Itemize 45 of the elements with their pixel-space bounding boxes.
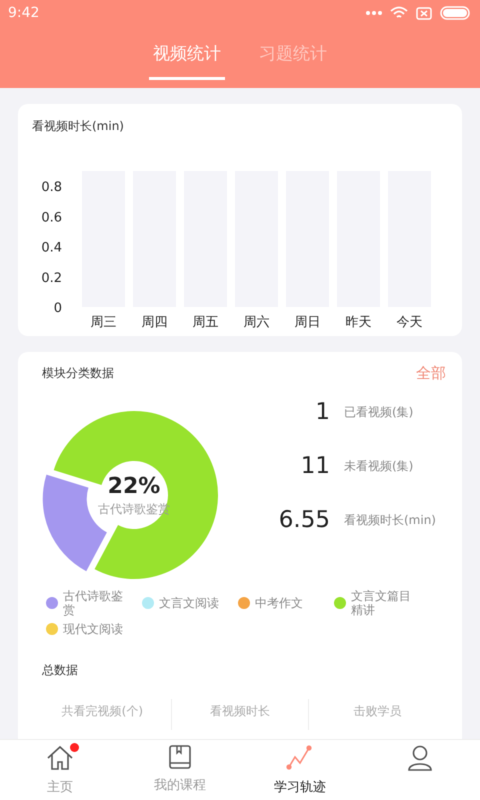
stat-value: 6.55	[278, 507, 330, 533]
nav-item[interactable]: 主页	[0, 740, 120, 800]
nav-item[interactable]: 我的课程	[120, 740, 240, 800]
card-title: 看视频时长(min)	[32, 118, 125, 135]
axis-label: 周四	[142, 315, 168, 330]
sim-card-icon	[416, 6, 432, 20]
tab[interactable]: 习题统计	[255, 38, 331, 80]
stat-label: 已看视频(集)	[344, 404, 414, 420]
legend-label: 现代文阅读	[63, 622, 123, 636]
legend-label: 文言文篇目精讲	[351, 589, 412, 618]
stat-label: 看视频时长(min)	[344, 512, 436, 528]
axis-label: 0.2	[41, 270, 62, 286]
status-time: 9:42	[8, 5, 40, 21]
legend-label: 文言文阅读	[159, 596, 219, 611]
column-header: 看视频时长	[172, 699, 310, 730]
axis-label: 0	[54, 301, 62, 316]
axis-label: 今天	[396, 315, 422, 330]
legend-label: 中考作文	[255, 596, 303, 611]
home-icon	[46, 744, 74, 772]
card-title: 模块分类数据	[42, 365, 114, 382]
percent-label: 22%	[108, 474, 160, 499]
axis-label: 0.4	[41, 240, 62, 256]
axis-label: 周三	[90, 315, 116, 330]
axis-label: 周六	[244, 315, 270, 330]
user-icon	[407, 744, 433, 772]
trend-line-icon	[286, 744, 314, 772]
book-icon	[168, 744, 192, 770]
axis-label: 周日	[294, 315, 320, 330]
more-dots-icon	[366, 11, 382, 15]
view-all-link[interactable]: 全部	[416, 364, 446, 383]
axis-label: 0.8	[41, 180, 62, 195]
nav-item[interactable]: 学习轨迹	[240, 740, 360, 800]
axis-label: 周五	[192, 315, 218, 330]
tab[interactable]: 视频统计	[149, 38, 225, 80]
battery-icon	[440, 6, 472, 20]
stat-label: 未看视频(集)	[344, 458, 414, 474]
axis-label: 昨天	[346, 315, 372, 330]
column-header: 击败学员	[352, 703, 403, 720]
wifi-icon	[390, 6, 408, 20]
axis-label: 0.6	[41, 210, 62, 226]
legend-label: 古代诗歌鉴赏	[63, 589, 124, 618]
column-header: 共看完视频(个)	[34, 699, 172, 730]
section-title: 总数据	[42, 662, 79, 680]
stat-value: 11	[300, 453, 330, 479]
stat-value: 1	[314, 399, 330, 425]
